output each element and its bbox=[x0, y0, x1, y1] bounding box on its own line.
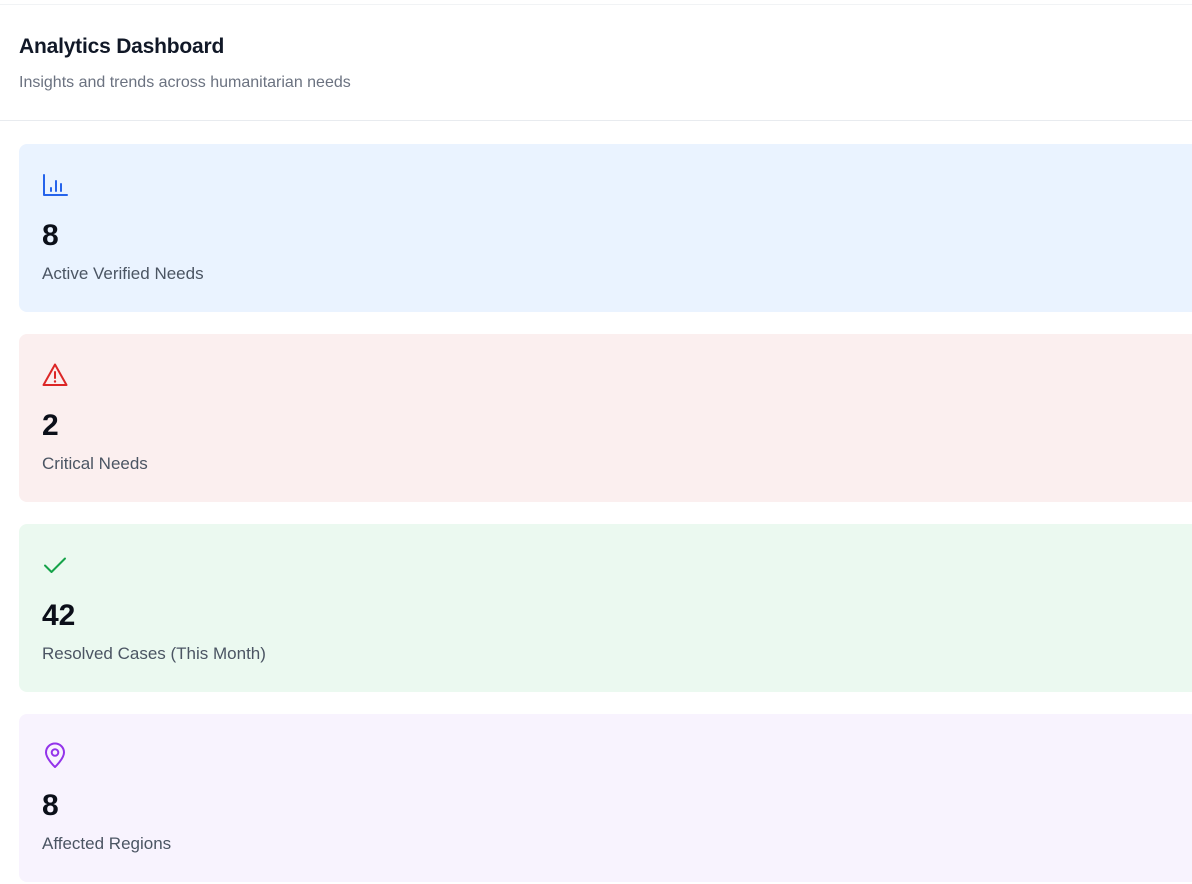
stat-value: 8 bbox=[42, 789, 59, 822]
page-subtitle: Insights and trends across humanitarian … bbox=[19, 74, 351, 91]
stat-label: Active Verified Needs bbox=[42, 264, 204, 283]
stat-value: 42 bbox=[42, 599, 76, 632]
analytics-page: Analytics Dashboard Insights and trends … bbox=[0, 0, 1192, 884]
page-header: Analytics Dashboard Insights and trends … bbox=[0, 5, 1192, 121]
check-icon bbox=[41, 551, 69, 579]
bar-chart-icon bbox=[41, 171, 69, 199]
map-pin-icon bbox=[41, 741, 69, 769]
stat-label: Affected Regions bbox=[42, 834, 172, 853]
stat-label: Critical Needs bbox=[42, 454, 148, 473]
stat-card-critical-needs: 2 Critical Needs bbox=[19, 334, 1192, 502]
stat-value: 8 bbox=[42, 219, 59, 252]
alert-triangle-icon bbox=[41, 361, 69, 389]
stat-label: Resolved Cases (This Month) bbox=[42, 644, 266, 663]
page-title: Analytics Dashboard bbox=[19, 35, 225, 58]
stat-card-resolved-cases: 42 Resolved Cases (This Month) bbox=[19, 524, 1192, 692]
stat-value: 2 bbox=[42, 409, 59, 442]
stat-card-affected-regions: 8 Affected Regions bbox=[19, 714, 1192, 882]
stat-card-active-verified-needs: 8 Active Verified Needs bbox=[19, 144, 1192, 312]
